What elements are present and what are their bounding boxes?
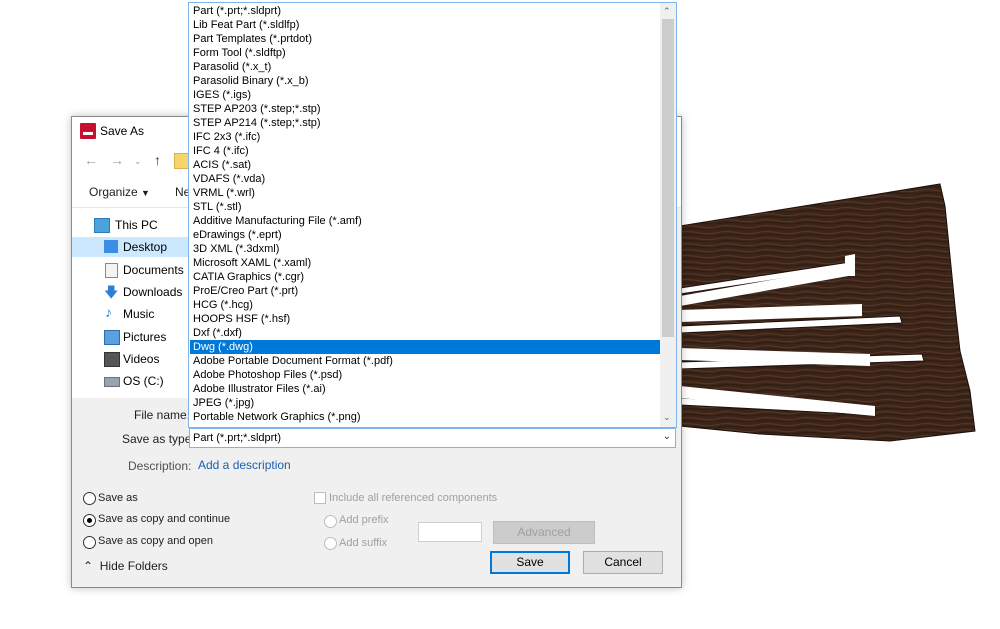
- dropdown-option[interactable]: IFC 2x3 (*.ifc): [190, 130, 662, 144]
- dropdown-option[interactable]: Form Tool (*.sldftp): [190, 46, 662, 60]
- up-arrow-icon[interactable]: ↑: [154, 152, 161, 168]
- dropdown-option[interactable]: Portable Network Graphics (*.png): [190, 410, 662, 424]
- cancel-button[interactable]: Cancel: [583, 551, 663, 574]
- dropdown-option[interactable]: VRML (*.wrl): [190, 186, 662, 200]
- dropdown-option[interactable]: eDrawings (*.eprt): [190, 228, 662, 242]
- nav-item-this-pc[interactable]: This PC: [72, 215, 190, 235]
- dropdown-option[interactable]: Dwg (*.dwg): [190, 340, 662, 354]
- advanced-button[interactable]: Advanced: [493, 521, 595, 544]
- dropdown-option[interactable]: IFC 4 (*.ifc): [190, 144, 662, 158]
- dropdown-scrollbar[interactable]: ⌃ ⌄: [660, 3, 676, 427]
- nav-item-documents[interactable]: Documents: [72, 260, 190, 280]
- dropdown-option[interactable]: IGES (*.igs): [190, 88, 662, 102]
- nav-item-desktop[interactable]: Desktop: [72, 237, 190, 257]
- nav-item-label: Pictures: [123, 330, 167, 344]
- hide-folders-button[interactable]: ⌃ Hide Folders: [83, 559, 168, 573]
- dropdown-option[interactable]: Adobe Illustrator Files (*.ai): [190, 382, 662, 396]
- recent-chevron-icon[interactable]: ⌄: [134, 156, 142, 167]
- dropdown-option[interactable]: HCG (*.hcg): [190, 298, 662, 312]
- videos-icon: [104, 352, 120, 367]
- save-as-type-dropdown-list[interactable]: Part (*.prt;*.sldprt) Lib Feat Part (*.sl…: [188, 2, 677, 428]
- nav-item-label: Downloads: [123, 285, 183, 299]
- save-as-type-select[interactable]: Part (*.prt;*.sldprt) ⌄: [189, 428, 676, 448]
- add-description-link[interactable]: Add a description: [198, 458, 291, 472]
- save-as-radio-label: Save as: [98, 492, 138, 504]
- add-suffix-radio[interactable]: [324, 537, 337, 550]
- scroll-up-icon[interactable]: ⌃: [663, 6, 671, 17]
- dropdown-option[interactable]: JPEG (*.jpg): [190, 396, 662, 410]
- nav-item-os-c[interactable]: OS (C:): [72, 371, 190, 391]
- dropdown-option[interactable]: Lib Feat Part (*.sldlfp): [190, 18, 662, 32]
- scrollbar-thumb[interactable]: [662, 19, 674, 337]
- dropdown-option[interactable]: CATIA Graphics (*.cgr): [190, 270, 662, 284]
- nav-item-videos[interactable]: Videos: [72, 349, 190, 369]
- nav-item-label: This PC: [115, 218, 158, 232]
- nav-item-label: Videos: [123, 352, 160, 366]
- dropdown-option[interactable]: 3D XML (*.3dxml): [190, 242, 662, 256]
- dropdown-option[interactable]: STL (*.stl): [190, 200, 662, 214]
- nav-item-label: Music: [123, 307, 155, 321]
- drive-icon: [104, 377, 120, 387]
- dialog-title: Save As: [100, 124, 145, 138]
- pictures-icon: [104, 330, 120, 345]
- nav-item-label: Documents: [123, 263, 184, 277]
- dropdown-option[interactable]: Adobe Photoshop Files (*.psd): [190, 368, 662, 382]
- solidworks-icon: [80, 123, 96, 139]
- prefix-input[interactable]: [418, 522, 482, 542]
- add-prefix-label: Add prefix: [339, 514, 389, 526]
- desktop-icon: [104, 240, 118, 253]
- forward-arrow-icon[interactable]: →: [110, 152, 124, 168]
- documents-icon: [105, 263, 118, 278]
- save-button[interactable]: Save: [490, 551, 570, 574]
- save-as-radio[interactable]: [83, 492, 96, 505]
- nav-item-downloads[interactable]: 🡇 Downloads: [72, 282, 190, 302]
- save-as-type-label: Save as type:: [122, 432, 195, 446]
- chevron-up-icon: ⌃: [83, 559, 94, 573]
- music-icon: ♪: [105, 304, 112, 320]
- file-name-label: File name:: [134, 408, 191, 422]
- dropdown-option[interactable]: Microsoft XAML (*.xaml): [190, 256, 662, 270]
- nav-item-label: Desktop: [123, 240, 168, 254]
- dropdown-option[interactable]: Adobe Portable Document Format (*.pdf): [190, 354, 662, 368]
- save-copy-continue-label: Save as copy and continue: [98, 513, 231, 525]
- dropdown-option[interactable]: Part Templates (*.prtdot): [190, 32, 662, 46]
- nav-item-music[interactable]: ♪ Music: [72, 304, 190, 324]
- chevron-down-icon: ⌄: [662, 431, 671, 442]
- downloads-icon: 🡇: [104, 284, 119, 300]
- nav-item-label: OS (C:): [123, 374, 164, 388]
- add-suffix-label: Add suffix: [339, 537, 388, 549]
- dropdown-option[interactable]: ACIS (*.sat): [190, 158, 662, 172]
- navigation-pane: This PC Desktop Documents 🡇 Downloads ♪ …: [72, 208, 190, 398]
- back-arrow-icon[interactable]: ←: [84, 152, 98, 168]
- dropdown-option[interactable]: VDAFS (*.vda): [190, 172, 662, 186]
- save-as-type-value: Part (*.prt;*.sldprt): [193, 432, 282, 444]
- save-copy-continue-radio[interactable]: [83, 514, 96, 527]
- include-components-label: Include all referenced components: [329, 492, 498, 504]
- dropdown-option[interactable]: STEP AP203 (*.step;*.stp): [190, 102, 662, 116]
- dropdown-option[interactable]: Parasolid (*.x_t): [190, 60, 662, 74]
- dropdown-option[interactable]: Additive Manufacturing File (*.amf): [190, 214, 662, 228]
- computer-icon: [94, 218, 110, 233]
- dropdown-option[interactable]: Parasolid Binary (*.x_b): [190, 74, 662, 88]
- dropdown-option[interactable]: Dxf (*.dxf): [190, 326, 662, 340]
- chevron-down-icon: ▼: [141, 188, 150, 198]
- dropdown-option[interactable]: HOOPS HSF (*.hsf): [190, 312, 662, 326]
- dropdown-option[interactable]: ProE/Creo Part (*.prt): [190, 284, 662, 298]
- save-copy-open-radio[interactable]: [83, 536, 96, 549]
- include-components-checkbox[interactable]: [314, 492, 326, 504]
- organize-button[interactable]: Organize ▼: [89, 185, 150, 199]
- dropdown-option[interactable]: STEP AP214 (*.step;*.stp): [190, 116, 662, 130]
- add-prefix-radio[interactable]: [324, 515, 337, 528]
- description-label: Description:: [128, 459, 192, 473]
- dropdown-option[interactable]: Part (*.prt;*.sldprt): [190, 4, 662, 18]
- save-copy-open-label: Save as copy and open: [98, 535, 213, 547]
- nav-item-pictures[interactable]: Pictures: [72, 327, 190, 347]
- scroll-down-icon[interactable]: ⌄: [663, 412, 671, 423]
